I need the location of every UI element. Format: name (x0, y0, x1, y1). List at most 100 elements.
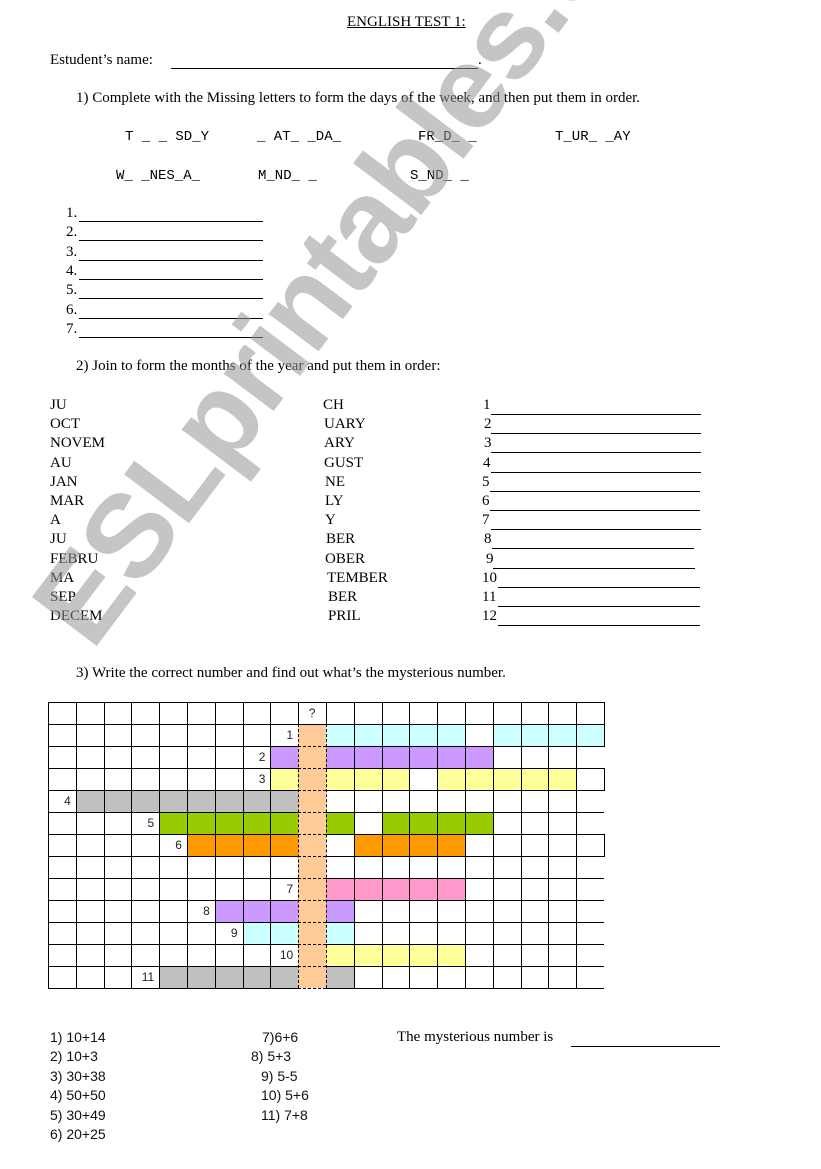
mystery-column-cell[interactable] (298, 746, 326, 768)
grid-cell-green[interactable] (242, 812, 271, 834)
mystery-number-field[interactable] (571, 1046, 720, 1047)
grid-cell-cyan[interactable] (437, 724, 465, 746)
grid-cell-green[interactable] (409, 812, 438, 834)
day-answer-field[interactable] (79, 298, 263, 300)
grid-cell-purple[interactable] (270, 746, 299, 768)
grid-cell-cyan[interactable] (326, 922, 354, 944)
grid-cell-yellow[interactable] (326, 768, 354, 790)
day-answer-field[interactable] (79, 336, 263, 338)
grid-cell-yellow[interactable] (326, 944, 354, 966)
grid-cell-green[interactable] (437, 812, 465, 834)
grid-cell-cyan[interactable] (353, 724, 382, 746)
grid-cell-yellow[interactable] (270, 768, 299, 790)
grid-cell-purple[interactable] (465, 746, 493, 768)
grid-cell-gray[interactable] (159, 790, 187, 812)
grid-cell-yellow[interactable] (381, 944, 410, 966)
grid-cell-orange[interactable] (437, 834, 465, 856)
grid-cell-orange[interactable] (187, 834, 215, 856)
grid-cell-orange[interactable] (270, 834, 299, 856)
month-answer-field[interactable] (490, 490, 700, 492)
grid-cell-purple[interactable] (270, 900, 299, 922)
grid-cell-yellow[interactable] (437, 768, 465, 790)
grid-cell-green[interactable] (465, 812, 493, 834)
grid-cell-orange[interactable] (381, 834, 410, 856)
month-answer-field[interactable] (498, 625, 700, 627)
grid-cell-yellow[interactable] (409, 944, 438, 966)
grid-cell-yellow[interactable] (548, 768, 577, 790)
grid-cell-cyan[interactable] (576, 724, 604, 746)
grid-cell-cyan[interactable] (270, 922, 299, 944)
grid-cell-yellow[interactable] (437, 944, 465, 966)
mystery-column-cell[interactable] (298, 724, 326, 746)
day-answer-field[interactable] (79, 221, 263, 222)
mystery-column-cell[interactable] (298, 944, 326, 966)
mystery-column-cell[interactable] (298, 812, 326, 834)
month-answer-field[interactable] (491, 414, 701, 415)
grid-cell-gray[interactable] (214, 966, 243, 988)
grid-cell-green[interactable] (214, 812, 243, 834)
grid-cell-orange[interactable] (242, 834, 271, 856)
month-answer-field[interactable] (498, 606, 700, 607)
grid-cell-pink[interactable] (326, 878, 354, 900)
grid-cell-cyan[interactable] (409, 724, 438, 746)
grid-cell-cyan[interactable] (548, 724, 577, 746)
grid-cell-cyan[interactable] (520, 724, 549, 746)
grid-cell-purple[interactable] (353, 746, 382, 768)
mystery-column-cell[interactable] (298, 834, 326, 856)
grid-cell-green[interactable] (187, 812, 215, 834)
grid-cell-gray[interactable] (326, 966, 354, 988)
grid-cell-orange[interactable] (214, 834, 243, 856)
grid-cell-orange[interactable] (353, 834, 382, 856)
grid-cell-cyan[interactable] (326, 724, 354, 746)
grid-cell-gray[interactable] (131, 790, 160, 812)
mystery-column-cell[interactable] (298, 856, 326, 878)
month-answer-field[interactable] (498, 586, 700, 588)
grid-cell-gray[interactable] (270, 966, 299, 988)
grid-cell-purple[interactable] (214, 900, 243, 922)
month-answer-field[interactable] (490, 510, 700, 511)
mystery-column-cell[interactable] (298, 966, 326, 988)
grid-cell-yellow[interactable] (465, 768, 493, 790)
mystery-column-cell[interactable] (298, 900, 326, 922)
day-answer-field[interactable] (79, 317, 263, 319)
month-answer-field[interactable] (491, 529, 701, 531)
grid-cell-cyan[interactable] (242, 922, 271, 944)
grid-cell-cyan[interactable] (492, 724, 521, 746)
day-answer-field[interactable] (79, 278, 263, 280)
month-answer-field[interactable] (491, 433, 701, 435)
grid-cell-yellow[interactable] (492, 768, 521, 790)
grid-cell-gray[interactable] (187, 790, 215, 812)
month-answer-field[interactable] (493, 567, 695, 569)
mystery-column-cell[interactable] (298, 768, 326, 790)
grid-cell-orange[interactable] (409, 834, 438, 856)
day-answer-field[interactable] (79, 240, 263, 242)
mystery-column-cell[interactable] (298, 878, 326, 900)
grid-cell-green[interactable] (326, 812, 354, 834)
grid-cell-gray[interactable] (242, 790, 271, 812)
mystery-column-cell[interactable] (298, 790, 326, 812)
grid-cell-green[interactable] (381, 812, 410, 834)
grid-cell-pink[interactable] (381, 878, 410, 900)
mystery-column-cell[interactable] (298, 922, 326, 944)
grid-cell-yellow[interactable] (353, 944, 382, 966)
grid-cell-yellow[interactable] (381, 768, 410, 790)
day-answer-field[interactable] (79, 259, 263, 261)
grid-cell-purple[interactable] (326, 746, 354, 768)
grid-cell-purple[interactable] (326, 900, 354, 922)
grid-cell-pink[interactable] (353, 878, 382, 900)
month-answer-field[interactable] (492, 548, 694, 550)
grid-cell-gray[interactable] (159, 966, 187, 988)
grid-cell-purple[interactable] (381, 746, 410, 768)
grid-cell-green[interactable] (270, 812, 299, 834)
grid-cell-yellow[interactable] (520, 768, 549, 790)
grid-cell-gray[interactable] (103, 790, 132, 812)
grid-cell-pink[interactable] (409, 878, 438, 900)
grid-cell-yellow[interactable] (353, 768, 382, 790)
grid-cell-gray[interactable] (242, 966, 271, 988)
student-name-field[interactable] (171, 68, 478, 69)
grid-cell-gray[interactable] (75, 790, 104, 812)
grid-cell-purple[interactable] (409, 746, 438, 768)
grid-cell-gray[interactable] (214, 790, 243, 812)
grid-cell-purple[interactable] (242, 900, 271, 922)
grid-cell-green[interactable] (159, 812, 187, 834)
